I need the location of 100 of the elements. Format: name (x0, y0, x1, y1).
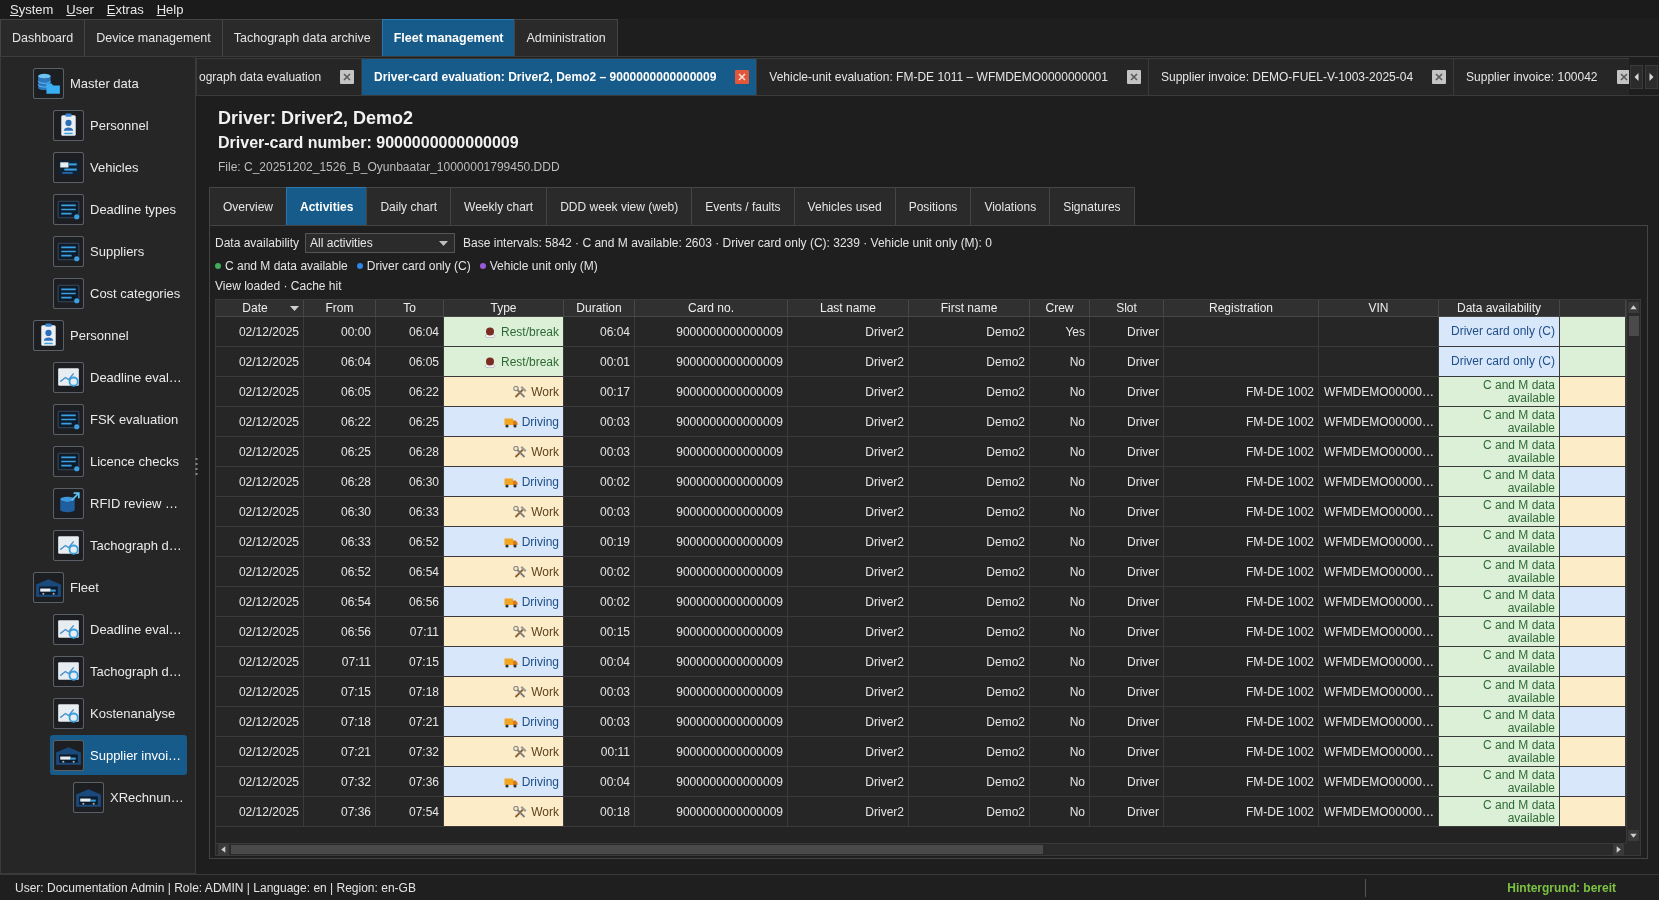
splitter-grip-icon[interactable] (195, 458, 198, 475)
sidebar-item[interactable]: Licence checks (50, 441, 187, 481)
menu-item[interactable]: Help (156, 1, 184, 18)
vertical-scrollbar[interactable] (1626, 300, 1640, 843)
column-header[interactable]: VIN (1319, 300, 1439, 317)
horizontal-scrollbar[interactable] (216, 843, 1626, 855)
sidebar-item[interactable]: RFID review … (50, 483, 187, 523)
sidebar-item[interactable]: Master data (30, 63, 187, 103)
table-cell: C and M data available (1439, 497, 1560, 527)
module-tab[interactable]: Fleet management (381, 19, 516, 56)
view-tab[interactable]: Signatures (1049, 187, 1135, 225)
column-header[interactable]: Crew (1030, 300, 1090, 317)
column-header[interactable]: First name (909, 300, 1030, 317)
column-header[interactable]: Date (216, 300, 304, 317)
table-cell: Driver (1090, 557, 1164, 587)
module-tab[interactable]: Administration (514, 19, 618, 56)
table-cell: FM-DE 1002 (1164, 677, 1319, 707)
sidebar-item[interactable]: Fleet (30, 567, 187, 607)
table-cell: Driver2 (788, 647, 909, 677)
down-arrow-icon[interactable] (1628, 830, 1639, 841)
table-cell: Driver (1090, 647, 1164, 677)
data-availability-dropdown[interactable]: All activities (305, 233, 456, 253)
sidebar-item[interactable]: Vehicles (50, 147, 187, 187)
table-cell: No (1030, 377, 1090, 407)
column-header[interactable]: Card no. (635, 300, 788, 317)
card-number-heading: Driver-card number: 9000000000000009 (218, 133, 519, 153)
module-tab[interactable]: Device management (84, 19, 223, 56)
view-tab[interactable]: Daily chart (366, 187, 452, 225)
table-cell: Driver (1090, 767, 1164, 797)
document-tab[interactable]: Driver-card evaluation: Driver2, Demo2 – 9000000000000009 (361, 58, 758, 95)
table-cell: Demo2 (909, 437, 1030, 467)
menu-item[interactable]: System (10, 1, 54, 18)
document-tab[interactable]: Supplier invoice: 100042 (1453, 58, 1629, 95)
table-cell: 00:02 (564, 587, 635, 617)
view-tab[interactable]: Positions (894, 187, 972, 225)
view-tab[interactable]: Activities (286, 187, 368, 225)
sidebar-item[interactable]: Deadline eval… (50, 609, 187, 649)
file-name-label: File: C_20251202_1526_B_Oyunbaatar_10000001799450.DDD (218, 159, 560, 175)
activity-shade-cell (1560, 647, 1626, 677)
left-arrow-icon[interactable] (218, 844, 229, 855)
sidebar-item[interactable]: Personnel (50, 105, 187, 145)
sidebar-item[interactable]: Cost categories (50, 273, 187, 313)
close-icon[interactable] (735, 70, 750, 84)
sidebar-item[interactable]: FSK evaluation (50, 399, 187, 439)
module-tab[interactable]: Tachograph data archive (221, 19, 383, 56)
view-tab[interactable]: DDD week view (web) (546, 187, 693, 225)
column-header[interactable]: Registration (1164, 300, 1319, 317)
document-tab[interactable]: ograph data evaluation (196, 58, 363, 95)
column-header[interactable]: From (304, 300, 376, 317)
table-cell: No (1030, 497, 1090, 527)
table-cell: FM-DE 1002 (1164, 707, 1319, 737)
column-header[interactable]: Slot (1090, 300, 1164, 317)
sidebar-item[interactable]: Tachograph d… (50, 525, 187, 565)
scrollbar-thumb[interactable] (231, 845, 1043, 854)
view-tab[interactable]: Weekly chart (450, 187, 548, 225)
sidebar-item[interactable]: Deadline types (50, 189, 187, 229)
module-tab[interactable]: Dashboard (0, 19, 86, 56)
column-header[interactable]: Data availability (1439, 300, 1560, 317)
column-header[interactable]: Type (444, 300, 564, 317)
view-tab[interactable]: Events / faults (691, 187, 795, 225)
menu-item[interactable]: User (66, 1, 94, 18)
legend-label: C and M data available (225, 259, 348, 273)
column-header[interactable]: To (376, 300, 444, 317)
table-cell: C and M data available (1439, 677, 1560, 707)
table-cell: 06:30 (304, 497, 376, 527)
sidebar-item[interactable]: Personnel (30, 315, 187, 355)
activity-shade-cell (1560, 587, 1626, 617)
table-cell: 02/12/2025 (216, 437, 304, 467)
table-cell: 02/12/2025 (216, 557, 304, 587)
sidebar-item[interactable]: Supplier invoi… (50, 735, 187, 775)
view-tab[interactable]: Violations (970, 187, 1051, 225)
column-header[interactable]: Last name (788, 300, 909, 317)
sidebar-item[interactable]: Suppliers (50, 231, 187, 271)
table-cell: Driver (1090, 497, 1164, 527)
menu-item[interactable]: Extras (106, 1, 144, 18)
table-cell: 9000000000000009 (635, 347, 788, 377)
up-arrow-icon[interactable] (1628, 302, 1639, 313)
right-arrow-icon[interactable] (1645, 64, 1658, 89)
close-icon[interactable] (1126, 70, 1141, 84)
table-cell: C and M data available (1439, 377, 1560, 407)
activity-shade-cell (1560, 737, 1626, 767)
background-status-text: Hintergrund: bereit (1507, 880, 1616, 895)
document-tab[interactable]: Supplier invoice: DEMO-FUEL-V-1003-2025-04 (1147, 58, 1455, 95)
table-cell: Driver (1090, 617, 1164, 647)
right-arrow-icon[interactable] (1613, 844, 1624, 855)
close-icon[interactable] (1432, 70, 1447, 84)
scrollbar-thumb[interactable] (1628, 316, 1639, 336)
document-tab[interactable]: Vehicle-unit evaluation: FM-DE 1011 – WFMDEMO0000000001 (756, 58, 1149, 95)
table-cell: No (1030, 767, 1090, 797)
sidebar-item[interactable]: Kostenanalyse (50, 693, 187, 733)
view-tab[interactable]: Vehicles used (793, 187, 896, 225)
sidebar-item[interactable]: XRechnun… (70, 777, 187, 817)
close-icon[interactable] (340, 70, 355, 84)
view-tab[interactable]: Overview (209, 187, 287, 225)
sort-arrow-icon (290, 305, 299, 311)
sidebar-item[interactable]: Tachograph d… (50, 651, 187, 691)
close-icon[interactable] (1616, 70, 1629, 84)
left-arrow-icon[interactable] (1630, 64, 1643, 89)
column-header[interactable]: Duration (564, 300, 635, 317)
sidebar-item[interactable]: Deadline eval… (50, 357, 187, 397)
